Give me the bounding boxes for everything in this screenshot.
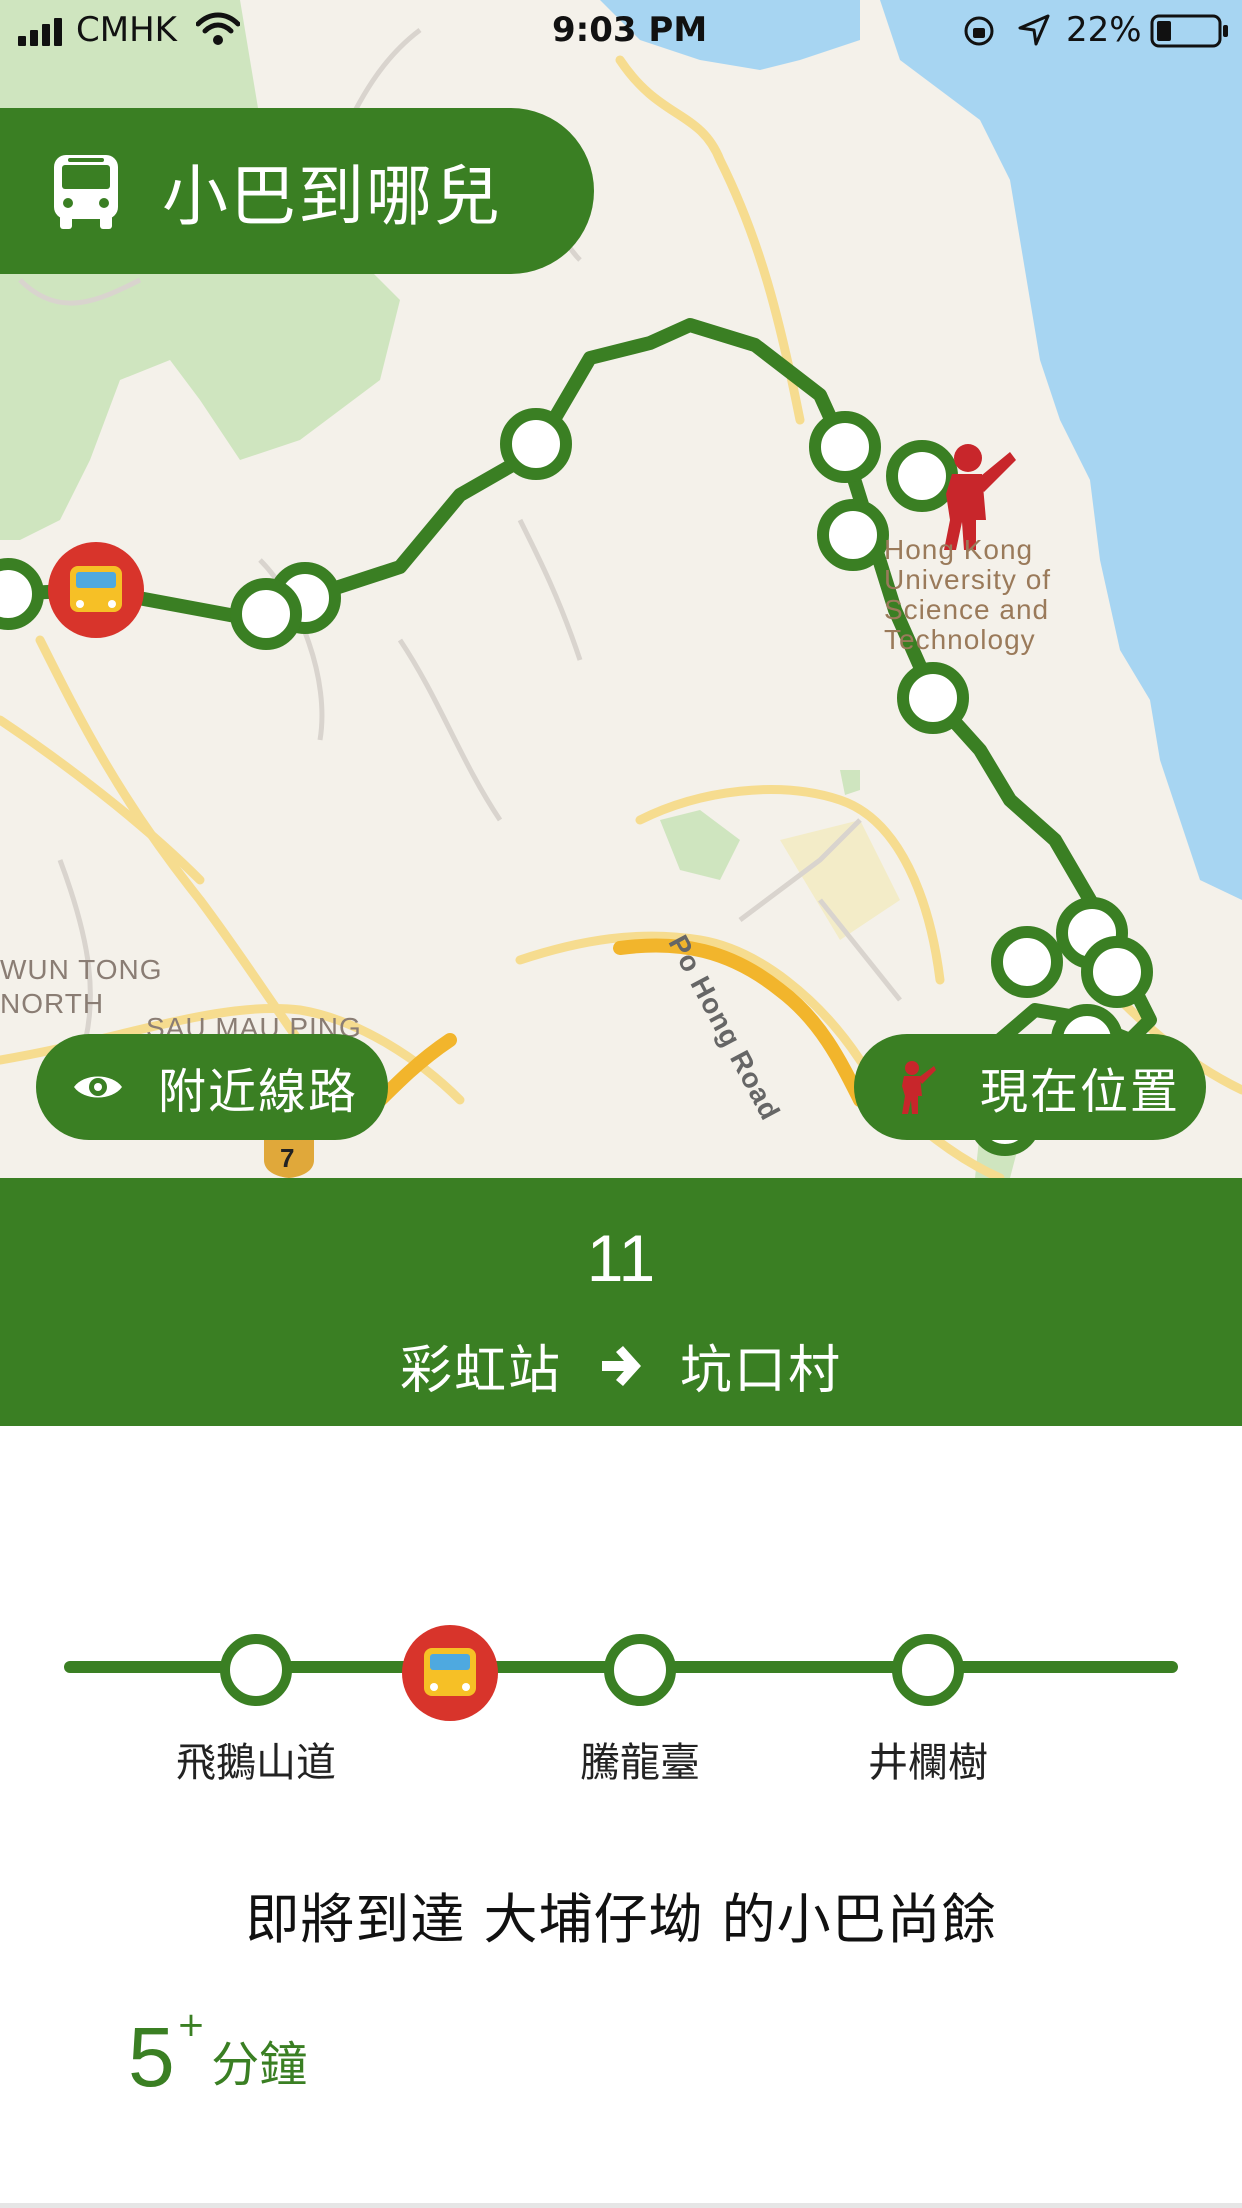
- route-origin: 彩虹站: [399, 1341, 562, 1401]
- timeline-track: [64, 1625, 1178, 1721]
- eta-message: 即將到達 大埔仔坳 的小巴尚餘: [245, 1888, 997, 1951]
- route-number: 11: [586, 1221, 656, 1295]
- nearby-routes-label: 附近線路: [158, 1064, 359, 1120]
- map-label-university: Hong Kong University of Science and Tech…: [884, 534, 1052, 655]
- stop-timeline[interactable]: 飛鵝山道 騰龍臺 井欄樹: [0, 1610, 1242, 1790]
- timeline-bus-marker: [402, 1625, 498, 1721]
- bottom-divider: [0, 2203, 1242, 2208]
- eta-value: 5 + 分鐘: [128, 2005, 308, 2104]
- nearby-routes-button[interactable]: 附近線路: [36, 1034, 388, 1140]
- location-arrow-icon: [1018, 14, 1050, 46]
- route-shield-number: 7: [280, 1143, 296, 1173]
- route-banner: 11 彩虹站 坑口村: [0, 1178, 1242, 1426]
- eta-suffix: +: [176, 2005, 206, 2045]
- clock: 9:03 PM: [552, 10, 708, 50]
- current-location-label: 現在位置: [980, 1064, 1181, 1120]
- rotation-lock-icon: [964, 16, 994, 46]
- bus-icon: [54, 155, 118, 229]
- stop-label[interactable]: 騰龍臺: [580, 1730, 700, 1788]
- route-direction: 彩虹站 坑口村: [0, 1328, 1242, 1403]
- app-title-bar: 小巴到哪兒: [0, 108, 594, 274]
- arrow-right-icon: [602, 1345, 641, 1386]
- map-label-kwun-tong-north: WUN TONG NORTH: [0, 954, 163, 1019]
- battery-icon: [1150, 14, 1228, 48]
- eye-icon: [74, 1076, 122, 1098]
- map-bus-marker: [48, 542, 144, 638]
- route-destination: 坑口村: [680, 1341, 843, 1401]
- stop-label[interactable]: 井欄樹: [868, 1730, 988, 1788]
- eta-unit: 分鐘: [211, 2037, 308, 2093]
- person-pointing-icon: [902, 1061, 936, 1114]
- battery-percent: 22%: [1066, 10, 1142, 50]
- stop-label[interactable]: 飛鵝山道: [176, 1730, 336, 1788]
- eta-minutes: 5: [128, 2010, 175, 2104]
- signal-icon: [18, 18, 62, 46]
- wifi-icon: [196, 12, 240, 45]
- status-bar: CMHK 9:03 PM 22%: [0, 0, 1242, 60]
- app-title: 小巴到哪兒: [162, 158, 502, 235]
- current-location-button[interactable]: 現在位置: [854, 1034, 1206, 1140]
- carrier-label: CMHK: [76, 10, 177, 50]
